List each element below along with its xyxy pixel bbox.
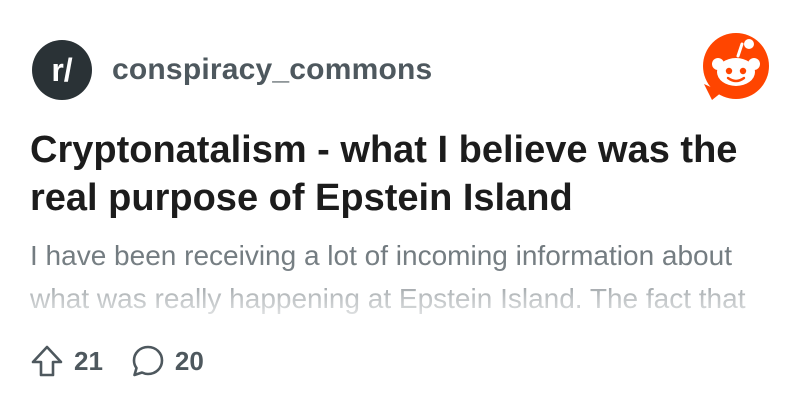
upvote-button[interactable]: 21 [30, 344, 103, 378]
subreddit-r-slash-icon: r/ [51, 52, 72, 88]
post-card[interactable]: r/ conspiracy_commons Cryptonatalism - w… [0, 0, 800, 419]
post-body-preview: I have been receiving a lot of incoming … [30, 240, 746, 330]
comments-button[interactable]: 20 [131, 344, 204, 378]
subreddit-name[interactable]: conspiracy_commons [112, 53, 432, 87]
comment-count: 20 [174, 345, 204, 376]
upvote-count: 21 [74, 345, 103, 376]
post-header: r/ conspiracy_commons [32, 40, 432, 100]
post-actions: 21 20 [30, 344, 232, 378]
reddit-logo-icon [698, 30, 770, 102]
svg-text:r/: r/ [51, 52, 72, 88]
comment-icon [132, 345, 164, 377]
subreddit-avatar[interactable]: r/ [32, 40, 92, 100]
post-title[interactable]: Cryptonatalism - what I believe was the … [30, 126, 770, 222]
upvote-icon [31, 345, 63, 377]
